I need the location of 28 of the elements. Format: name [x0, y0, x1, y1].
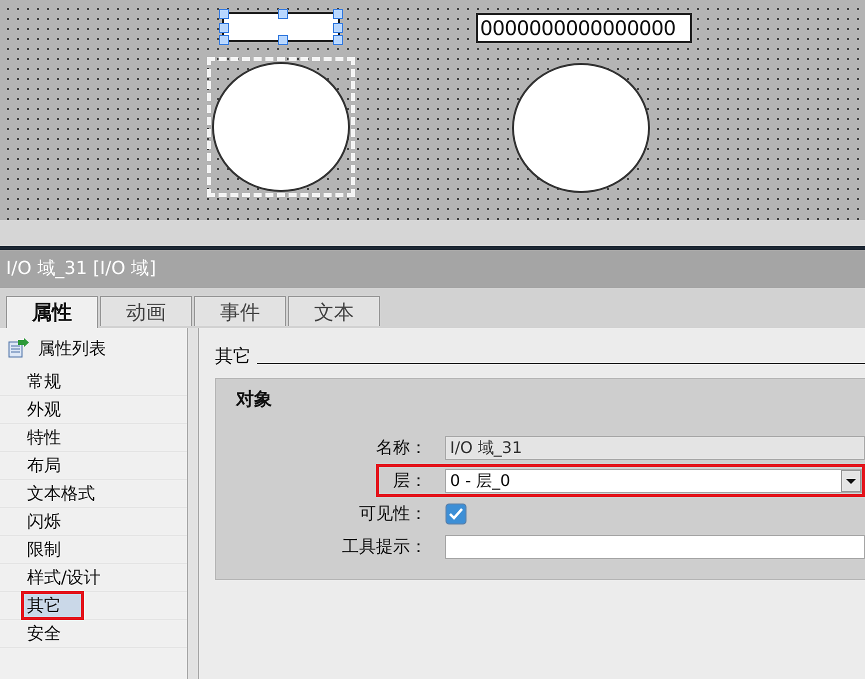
io-field[interactable]: [222, 12, 340, 42]
text-field[interactable]: [445, 534, 865, 558]
section-title: 其它: [215, 345, 251, 368]
property-list-label[interactable]: 属性列表: [38, 336, 106, 360]
sidebar-item[interactable]: 限制: [24, 538, 64, 561]
inspector-title: I/O 域_31 [I/O 域]: [0, 250, 865, 288]
sidebar-item[interactable]: 闪烁: [24, 510, 64, 533]
io-field[interactable]: 0000000000000000: [476, 13, 692, 43]
tab[interactable]: 动画: [100, 296, 192, 326]
property-label: 工具提示：: [341, 536, 428, 558]
property-label: 可见性：: [358, 503, 428, 525]
sidebar-item[interactable]: 样式/设计: [24, 566, 104, 589]
group-title: 对象: [234, 388, 273, 412]
sidebar-item[interactable]: 外观: [24, 398, 64, 421]
layer-dropdown[interactable]: 0 - 层_0: [445, 468, 862, 492]
sidebar-item[interactable]: 文本格式: [24, 482, 98, 505]
sidebar-item[interactable]: 布局: [24, 454, 64, 477]
sidebar-item[interactable]: 特性: [24, 426, 64, 449]
tab[interactable]: 事件: [194, 296, 286, 326]
property-label: 名称：: [375, 437, 428, 459]
sidebar-item[interactable]: 其它: [24, 594, 81, 617]
sidebar-item[interactable]: 安全: [24, 622, 64, 645]
tab[interactable]: 属性: [6, 296, 98, 328]
property-label: 层：: [392, 470, 428, 492]
sidebar-item[interactable]: 常规: [24, 370, 64, 393]
property-list-icon: [8, 338, 30, 358]
tab[interactable]: 文本: [288, 296, 380, 326]
visibility-checkbox[interactable]: [445, 502, 467, 524]
